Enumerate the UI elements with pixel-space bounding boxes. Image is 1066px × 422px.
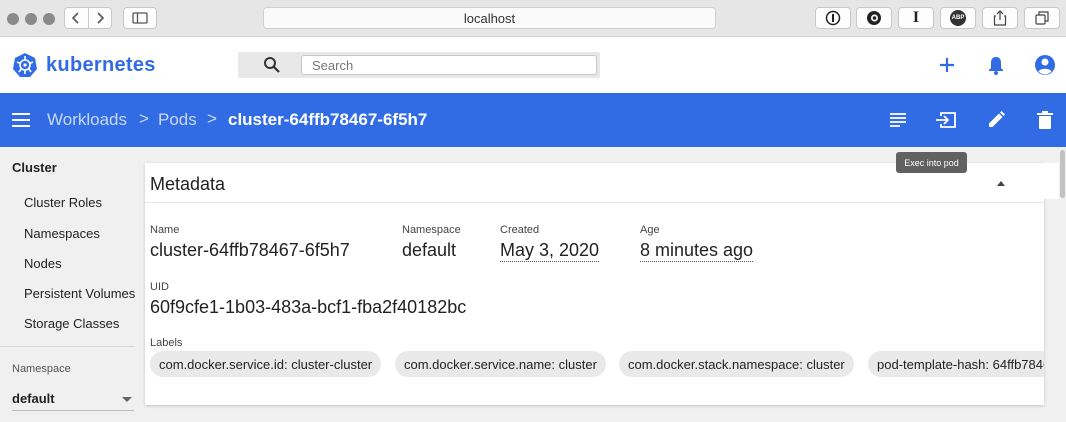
bell-icon [989, 57, 1003, 75]
created-label: Created [500, 224, 540, 236]
label-chip[interactable]: pod-template-hash: 64ffb78467 [868, 351, 1044, 377]
trash-icon [1037, 111, 1053, 129]
name-label: Name [150, 224, 180, 236]
url-text: localhost [463, 10, 516, 26]
card-title: Metadata [150, 174, 226, 194]
menu-icon[interactable] [10, 109, 32, 131]
back-button[interactable] [65, 8, 88, 28]
breadcrumb-separator: > [139, 109, 149, 128]
brand-name[interactable]: kubernetes [46, 54, 156, 77]
search-bar [238, 52, 600, 78]
browser-toolbar: localhost I ABP [0, 0, 1066, 37]
exec-into-pod-button[interactable] [934, 108, 958, 132]
metadata-card: Metadata Name cluster-64ffb78467-6f5h7 N… [145, 163, 1044, 405]
sidebar-item-nodes[interactable]: Nodes [24, 256, 62, 271]
age-value[interactable]: 8 minutes ago [640, 240, 754, 262]
namespace-field-value: default [402, 240, 457, 260]
chevron-right-icon [97, 12, 104, 24]
close-window-button[interactable] [7, 13, 19, 25]
sidebar-item-cluster-roles[interactable]: Cluster Roles [24, 195, 102, 210]
chevron-left-icon [72, 12, 79, 24]
name-value: cluster-64ffb78467-6f5h7 [150, 240, 350, 260]
card-header-extension [1044, 163, 1059, 199]
labels-label: Labels [150, 337, 183, 349]
scrollbar-thumb[interactable] [1060, 150, 1065, 198]
sidebar-nav: Cluster Cluster Roles Namespaces Nodes P… [0, 147, 145, 422]
exec-icon [936, 112, 956, 128]
delete-button[interactable] [1033, 108, 1057, 132]
breadcrumb-separator: > [207, 109, 217, 128]
minimize-window-button[interactable] [25, 13, 37, 25]
sidebar-divider [0, 346, 135, 347]
share-icon [993, 10, 1007, 26]
breadcrumb-pods[interactable]: Pods [158, 110, 197, 130]
age-label: Age [640, 224, 660, 236]
sidebar-item-namespaces[interactable]: Namespaces [24, 226, 100, 241]
breadcrumb-workloads[interactable]: Workloads [47, 110, 127, 130]
sidebar-heading-cluster[interactable]: Cluster [12, 160, 57, 175]
namespace-label: Namespace [12, 363, 71, 375]
account-button[interactable] [1033, 53, 1057, 77]
adblock-icon: ABP [950, 10, 966, 26]
select-underline [12, 410, 134, 411]
zoom-window-button[interactable] [43, 13, 55, 25]
search-input[interactable] [301, 55, 597, 75]
address-bar[interactable]: localhost [263, 7, 716, 29]
app-header: kubernetes [0, 37, 1066, 93]
tab-overview-button[interactable] [1024, 7, 1060, 29]
collapse-arrow-icon[interactable] [997, 181, 1005, 186]
tabs-icon [1035, 11, 1049, 25]
create-button[interactable] [935, 53, 959, 77]
namespace-value: default [12, 391, 55, 406]
account-circle-icon [1035, 55, 1055, 75]
search-icon [264, 57, 280, 73]
sidebar-item-storage-classes[interactable]: Storage Classes [24, 316, 119, 331]
notifications-button[interactable] [984, 53, 1008, 77]
show-sidebar-button[interactable] [123, 7, 157, 29]
adblock-button[interactable]: ABP [940, 7, 976, 29]
label-chip[interactable]: com.docker.stack.namespace: cluster [619, 351, 854, 377]
label-chip[interactable]: com.docker.service.name: cluster [395, 351, 606, 377]
edit-button[interactable] [984, 108, 1008, 132]
breadcrumb-toolbar: Workloads > Pods > cluster-64ffb78467-6f… [0, 93, 1066, 147]
dropdown-arrow-icon [122, 397, 132, 402]
exec-tooltip: Exec into pod [896, 152, 967, 173]
1password-icon [825, 10, 841, 26]
pencil-icon [989, 111, 1005, 127]
label-chip[interactable]: com.docker.service.id: cluster-cluster [150, 351, 382, 377]
plus-icon [940, 58, 954, 72]
password-manager-button[interactable] [815, 7, 851, 29]
kubernetes-logo-icon[interactable] [12, 52, 38, 78]
logs-button[interactable] [886, 108, 910, 132]
breadcrumb-current-pod: cluster-64ffb78467-6f5h7 [228, 110, 428, 129]
sidebar-item-persistent-volumes[interactable]: Persistent Volumes [24, 286, 135, 301]
created-value[interactable]: May 3, 2020 [500, 240, 600, 262]
instapaper-button[interactable]: I [898, 7, 934, 29]
ghostery-icon [867, 11, 881, 25]
instapaper-icon: I [912, 9, 920, 26]
namespace-field-label: Namespace [402, 224, 461, 236]
namespace-select[interactable]: default [12, 390, 134, 411]
share-button[interactable] [982, 7, 1018, 29]
history-nav [64, 7, 112, 29]
sidebar-icon [132, 12, 148, 24]
uid-label: UID [150, 281, 169, 293]
logs-icon [890, 113, 906, 127]
forward-button[interactable] [87, 8, 112, 28]
uid-value: 60f9cfe1-1b03-483a-bcf1-fba2f40182bc [150, 297, 467, 317]
ghostery-button[interactable] [856, 7, 892, 29]
